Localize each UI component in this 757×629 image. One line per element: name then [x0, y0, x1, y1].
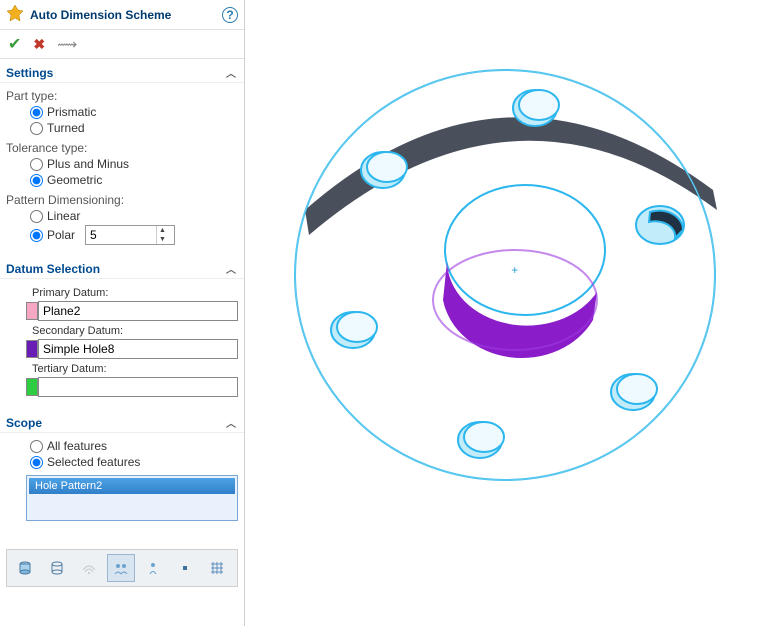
- radio-polar-input[interactable]: [30, 229, 43, 242]
- radio-all-input[interactable]: [30, 440, 43, 453]
- pin-button[interactable]: ⟿: [57, 36, 77, 53]
- tool-datum-icon[interactable]: [139, 554, 167, 582]
- 3d-viewport[interactable]: +: [245, 0, 757, 626]
- pattern-dim-label: Pattern Dimensioning:: [6, 193, 238, 207]
- radio-turned-input[interactable]: [30, 122, 43, 135]
- radio-plusminus-input[interactable]: [30, 158, 43, 171]
- feature-icon: [6, 4, 24, 25]
- section-title: Settings: [6, 66, 53, 80]
- model-view: [245, 0, 757, 626]
- primary-datum-input[interactable]: [38, 301, 238, 321]
- radio-polar[interactable]: Polar: [30, 228, 75, 242]
- tertiary-datum-label: Tertiary Datum:: [32, 363, 238, 375]
- primary-datum-label: Primary Datum:: [32, 287, 238, 299]
- chevron-up-icon: ︿: [226, 65, 236, 80]
- radio-turned[interactable]: Turned: [30, 121, 238, 135]
- radio-prismatic-input[interactable]: [30, 106, 43, 119]
- section-title: Datum Selection: [6, 262, 100, 276]
- settings-body: Part type: Prismatic Turned Tolerance ty…: [0, 83, 244, 255]
- tool-group-icon[interactable]: [107, 554, 135, 582]
- scope-selection-list[interactable]: Hole Pattern2: [26, 475, 238, 521]
- confirm-bar: ✔ ✖ ⟿: [0, 30, 244, 59]
- radio-selected-features[interactable]: Selected features: [30, 455, 238, 469]
- radio-geometric-input[interactable]: [30, 174, 43, 187]
- ok-button[interactable]: ✔: [8, 34, 21, 54]
- radio-all-features[interactable]: All features: [30, 439, 238, 453]
- radio-plusminus[interactable]: Plus and Minus: [30, 157, 238, 171]
- tertiary-datum-input[interactable]: [38, 377, 238, 397]
- tool-cyl-outline-icon[interactable]: [43, 554, 71, 582]
- tool-point-icon[interactable]: [171, 554, 199, 582]
- secondary-datum-label: Secondary Datum:: [32, 325, 238, 337]
- tolerance-type-label: Tolerance type:: [6, 141, 238, 155]
- radio-geometric[interactable]: Geometric: [30, 173, 238, 187]
- datum-body: Primary Datum: Secondary Datum: Tertiary…: [0, 279, 244, 409]
- tertiary-color-swatch: [26, 378, 38, 396]
- filter-toolbar: [6, 549, 238, 587]
- section-title: Scope: [6, 416, 42, 430]
- tool-grid-icon[interactable]: [203, 554, 231, 582]
- scope-item[interactable]: Hole Pattern2: [29, 478, 235, 494]
- polar-count-spinner[interactable]: ▲ ▼: [85, 225, 175, 245]
- panel-title: Auto Dimension Scheme: [30, 8, 222, 22]
- spinner-up-icon[interactable]: ▲: [157, 226, 168, 235]
- scope-body: All features Selected features Hole Patt…: [0, 433, 244, 529]
- origin-marker-icon: +: [511, 263, 518, 277]
- section-header-scope[interactable]: Scope ︿: [0, 409, 244, 433]
- secondary-color-swatch: [26, 340, 38, 358]
- radio-prismatic[interactable]: Prismatic: [30, 105, 238, 119]
- secondary-datum-input[interactable]: [38, 339, 238, 359]
- chevron-up-icon: ︿: [226, 261, 236, 276]
- section-header-datum[interactable]: Datum Selection ︿: [0, 255, 244, 279]
- radio-linear-input[interactable]: [30, 210, 43, 223]
- section-header-settings[interactable]: Settings ︿: [0, 59, 244, 83]
- part-type-label: Part type:: [6, 89, 238, 103]
- spinner-down-icon[interactable]: ▼: [157, 235, 168, 244]
- polar-count-input[interactable]: [86, 228, 156, 242]
- help-icon[interactable]: ?: [222, 7, 238, 23]
- chevron-up-icon: ︿: [226, 415, 236, 430]
- tool-cylinder-icon[interactable]: [11, 554, 39, 582]
- panel-header: Auto Dimension Scheme ?: [0, 0, 244, 30]
- tool-wifi-icon[interactable]: [75, 554, 103, 582]
- radio-selected-input[interactable]: [30, 456, 43, 469]
- radio-linear[interactable]: Linear: [30, 209, 238, 223]
- cancel-button[interactable]: ✖: [33, 36, 45, 53]
- property-panel: Auto Dimension Scheme ? ✔ ✖ ⟿ Settings ︿…: [0, 0, 245, 626]
- primary-color-swatch: [26, 302, 38, 320]
